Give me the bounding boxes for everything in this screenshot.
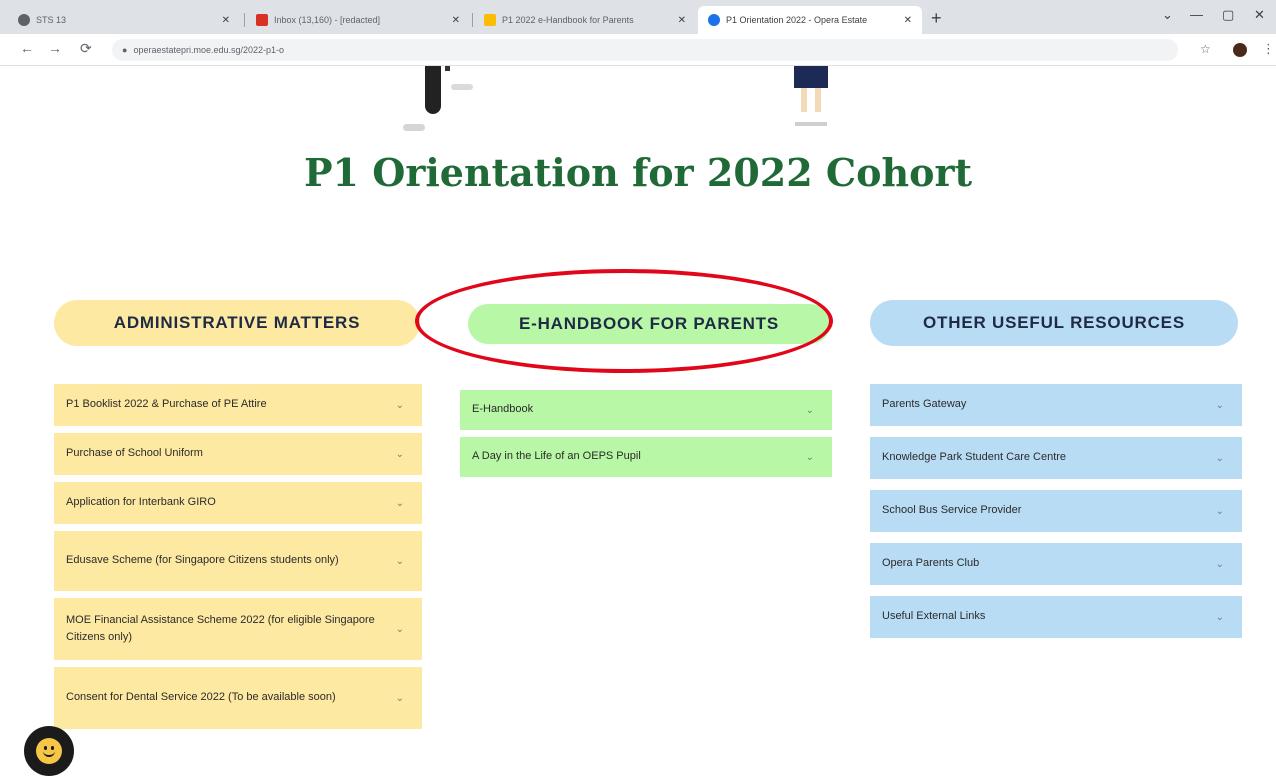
site-favicon-icon xyxy=(708,14,720,26)
globe-icon xyxy=(18,14,30,26)
tab-close-icon[interactable]: ✕ xyxy=(222,15,230,26)
browser-tab-3[interactable]: P1 2022 e-Handbook for Parents ✕ xyxy=(474,6,696,34)
admin-accordion-list: P1 Booklist 2022 & Purchase of PE Attire… xyxy=(54,384,422,736)
chevron-down-icon: ⌄ xyxy=(1215,453,1224,464)
accordion-item[interactable]: Opera Parents Club ⌄ xyxy=(870,543,1242,585)
highlight-ellipse-annotation xyxy=(415,269,833,373)
accordion-item[interactable]: Purchase of School Uniform ⌄ xyxy=(54,433,422,475)
close-window-icon[interactable]: ✕ xyxy=(1254,7,1265,23)
tab-title: P1 2022 e-Handbook for Parents xyxy=(502,15,634,25)
accordion-item-label: Consent for Dental Service 2022 (To be a… xyxy=(66,691,336,704)
accordion-item-label: Application for Interbank GIRO xyxy=(66,496,216,509)
browser-toolbar: ← → ⟳ ● operaestatepri.moe.edu.sg/2022-p… xyxy=(0,34,1276,66)
maximize-icon[interactable]: ▢ xyxy=(1222,7,1234,23)
lock-icon: ● xyxy=(122,45,128,55)
accordion-item[interactable]: A Day in the Life of an OEPS Pupil ⌄ xyxy=(460,437,832,477)
tab-close-icon[interactable]: ✕ xyxy=(904,15,912,26)
gmail-icon xyxy=(256,14,268,26)
url-text: operaestatepri.moe.edu.sg/2022-p1-o xyxy=(133,45,285,55)
chat-widget-button[interactable] xyxy=(24,726,74,776)
illustration-leg xyxy=(815,88,821,112)
folder-icon xyxy=(484,14,496,26)
illustration-figure-shorts xyxy=(794,66,828,88)
browser-tab-2[interactable]: Inbox (13,160) - [redacted] ✕ xyxy=(246,6,470,34)
accordion-item[interactable]: Edusave Scheme (for Singapore Citizens s… xyxy=(54,531,422,591)
accordion-item-label: A Day in the Life of an OEPS Pupil xyxy=(472,450,641,463)
tab-close-icon[interactable]: ✕ xyxy=(452,15,460,26)
address-bar[interactable]: ● operaestatepri.moe.edu.sg/2022-p1-o xyxy=(112,39,1178,61)
illustration-shoe xyxy=(451,84,473,90)
handbook-accordion-list: E-Handbook ⌄ A Day in the Life of an OEP… xyxy=(460,390,832,484)
illustration-shoe xyxy=(403,124,425,131)
page-content: P1 Orientation for 2022 Cohort ADMINISTR… xyxy=(0,66,1276,776)
tab-title: Inbox (13,160) - [redacted] xyxy=(274,15,381,25)
minimize-icon[interactable]: — xyxy=(1190,7,1203,22)
column-other-useful-resources: OTHER USEFUL RESOURCES Parents Gateway ⌄… xyxy=(870,300,1242,638)
tab-title: P1 Orientation 2022 - Opera Estate xyxy=(726,15,868,25)
bookmark-star-icon[interactable]: ☆ xyxy=(1200,42,1211,56)
accordion-item[interactable]: Parents Gateway ⌄ xyxy=(870,384,1242,426)
tab-divider xyxy=(244,13,245,27)
page-title: P1 Orientation for 2022 Cohort xyxy=(303,150,973,195)
accordion-item[interactable]: Application for Interbank GIRO ⌄ xyxy=(54,482,422,524)
browser-tab-active[interactable]: P1 Orientation 2022 - Opera Estate ✕ xyxy=(698,6,922,34)
heading-other-useful-resources: OTHER USEFUL RESOURCES xyxy=(870,300,1238,346)
profile-avatar[interactable] xyxy=(1233,43,1247,57)
accordion-item[interactable]: E-Handbook ⌄ xyxy=(460,390,832,430)
accordion-item[interactable]: School Bus Service Provider ⌄ xyxy=(870,490,1242,532)
reload-icon[interactable]: ⟳ xyxy=(80,40,92,57)
accordion-item[interactable]: Knowledge Park Student Care Centre ⌄ xyxy=(870,437,1242,479)
chevron-down-icon: ⌄ xyxy=(1215,559,1224,570)
chevron-down-icon: ⌄ xyxy=(805,452,814,463)
accordion-item-label: Knowledge Park Student Care Centre xyxy=(882,451,1067,464)
accordion-item[interactable]: Useful External Links ⌄ xyxy=(870,596,1242,638)
smiley-icon xyxy=(36,738,62,764)
chevron-down-icon: ⌄ xyxy=(1215,612,1224,623)
column-administrative-matters: ADMINISTRATIVE MATTERS P1 Booklist 2022 … xyxy=(54,300,422,729)
tab-divider xyxy=(472,13,473,27)
accordion-item-label: Parents Gateway xyxy=(882,398,967,411)
accordion-item-label: E-Handbook xyxy=(472,403,534,416)
browser-tab-1[interactable]: STS 13 ✕ xyxy=(8,6,240,34)
accordion-item-label: MOE Financial Assistance Scheme 2022 (fo… xyxy=(66,613,375,643)
new-tab-button[interactable]: + xyxy=(931,8,942,29)
chevron-down-icon: ⌄ xyxy=(395,449,404,460)
illustration-leg xyxy=(801,88,807,112)
forward-arrow-icon[interactable]: → xyxy=(48,40,62,56)
chevron-down-icon: ⌄ xyxy=(1215,400,1224,411)
browser-tab-strip: STS 13 ✕ Inbox (13,160) - [redacted] ✕ P… xyxy=(0,0,1276,34)
chevron-down-icon: ⌄ xyxy=(395,400,404,411)
menu-kebab-icon[interactable]: ⋮ xyxy=(1262,41,1275,57)
accordion-item[interactable]: MOE Financial Assistance Scheme 2022 (fo… xyxy=(54,598,422,660)
heading-administrative-matters: ADMINISTRATIVE MATTERS xyxy=(54,300,420,346)
resources-accordion-list: Parents Gateway ⌄ Knowledge Park Student… xyxy=(870,384,1242,649)
accordion-item-label: Purchase of School Uniform xyxy=(66,447,203,460)
tab-title: STS 13 xyxy=(36,15,67,25)
chevron-down-icon: ⌄ xyxy=(395,498,404,509)
accordion-item-label: Edusave Scheme (for Singapore Citizens s… xyxy=(66,554,339,567)
back-arrow-icon[interactable]: ← xyxy=(20,40,34,56)
accordion-item[interactable]: Consent for Dental Service 2022 (To be a… xyxy=(54,667,422,729)
illustration-feet xyxy=(795,122,827,126)
chevron-down-icon: ⌄ xyxy=(395,693,404,704)
illustration-detail xyxy=(445,66,450,71)
accordion-item[interactable]: P1 Booklist 2022 & Purchase of PE Attire… xyxy=(54,384,422,426)
illustration-figure-pants xyxy=(425,66,441,114)
chevron-down-icon: ⌄ xyxy=(805,405,814,416)
tab-close-icon[interactable]: ✕ xyxy=(678,15,686,26)
chevron-down-icon: ⌄ xyxy=(395,556,404,567)
accordion-item-label: School Bus Service Provider xyxy=(882,504,1022,517)
accordion-item-label: P1 Booklist 2022 & Purchase of PE Attire xyxy=(66,398,267,411)
accordion-item-label: Opera Parents Club xyxy=(882,557,980,570)
accordion-item-label: Useful External Links xyxy=(882,610,986,623)
tab-search-icon[interactable]: ⌄ xyxy=(1162,7,1173,23)
chevron-down-icon: ⌄ xyxy=(1215,506,1224,517)
chevron-down-icon: ⌄ xyxy=(395,624,404,635)
